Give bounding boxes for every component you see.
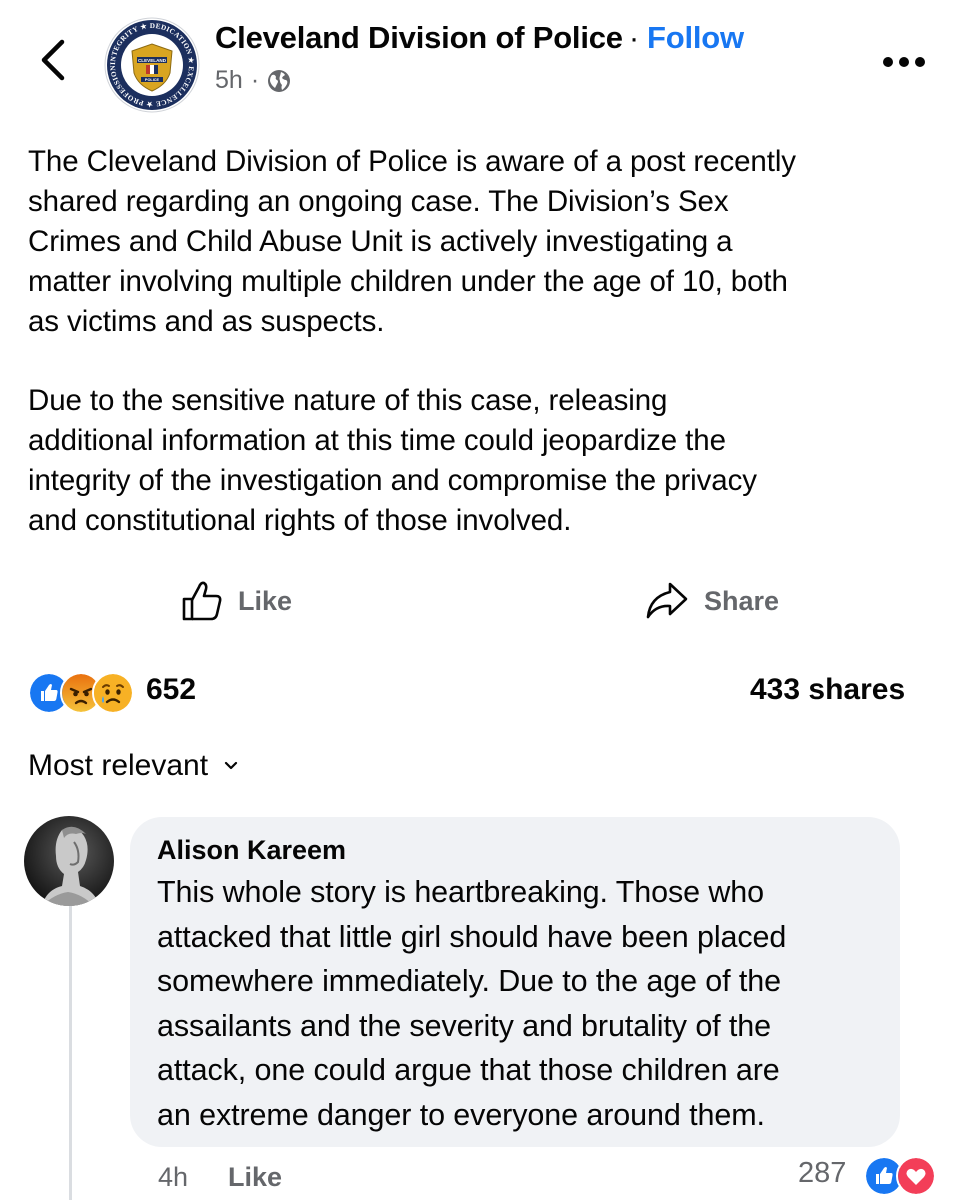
sort-label: Most relevant [28,749,209,782]
separator-dot: · [628,20,639,55]
comment-sort-dropdown[interactable]: Most relevant [28,749,238,783]
post-text-line: Due to the sensitive nature of this case… [28,384,668,417]
post-header-title: Cleveland Division of Police · Follow [215,20,744,56]
comment-text-line: attack, one could argue that those child… [157,1053,780,1087]
comment-text-line: attacked that little girl should have be… [157,919,787,954]
reaction-icons[interactable] [28,672,134,714]
comment-like-button[interactable]: Like [228,1162,282,1193]
sad-reaction-icon [92,672,134,714]
back-button[interactable] [34,38,74,82]
post-paragraph-2: Due to the sensitive nature of this case… [28,381,933,541]
comment-reaction-count[interactable]: 287 [798,1157,846,1190]
svg-text:CLEVELAND: CLEVELAND [138,58,167,63]
post-paragraph-1: The Cleveland Division of Police is awar… [28,142,933,342]
statue-portrait-image [24,816,114,906]
comment-author[interactable]: Alison Kareem [157,835,346,866]
post-meta: 5h · [215,66,291,95]
comment-text: This whole story is heartbreaking. Those… [157,870,897,1137]
comment-reaction-icons[interactable] [864,1156,936,1196]
chevron-down-icon [224,761,238,770]
thumbs-up-icon [182,581,222,621]
share-arrow-icon [646,582,688,619]
globe-icon [268,69,291,92]
reaction-count[interactable]: 652 [146,673,196,707]
post-text-line: The Cleveland Division of Police is awar… [28,145,796,178]
meta-separator: · [250,66,260,94]
comment-text-line: somewhere immediately. Due to the age of… [157,964,782,998]
post-text-line: additional information at this time coul… [28,424,726,457]
comment-time[interactable]: 4h [158,1162,188,1193]
chevron-left-icon [41,39,65,81]
post-text-line: Crimes and Child Abuse Unit is actively … [28,225,733,258]
post-text-line: shared regarding an ongoing case. The Di… [28,185,729,218]
page-name-link[interactable]: Cleveland Division of Police [215,20,623,55]
page-avatar[interactable]: INTEGRITY ★ DEDICATION ★ EXCELLENCE ★ PR… [100,11,200,113]
svg-text:POLICE: POLICE [145,78,160,82]
follow-button[interactable]: Follow [647,20,744,55]
love-reaction-icon [896,1156,936,1196]
like-label: Like [238,585,293,616]
post-time[interactable]: 5h [215,66,243,95]
share-label: Share [704,585,780,616]
comment-text-line: assailants and the severity and brutalit… [157,1008,772,1043]
comment-text-line: an extreme danger to everyone around the… [157,1097,765,1132]
shares-count[interactable]: 433 shares [750,673,905,707]
police-badge-logo: INTEGRITY ★ DEDICATION ★ EXCELLENCE ★ PR… [100,11,200,113]
commenter-avatar[interactable] [24,816,114,906]
post-text-line: integrity of the investigation and compr… [28,464,757,497]
post-text-line: as victims and as suspects. [28,305,385,338]
post-text-line: and constitutional rights of those invol… [28,504,572,537]
share-button[interactable]: Share [644,579,779,623]
more-horizontal-icon [883,57,925,67]
more-options-button[interactable] [876,54,936,70]
comment-text-line: This whole story is heartbreaking. Those… [157,875,765,909]
post-text-line: matter involving multiple children under… [28,265,788,298]
thread-line [69,906,72,1200]
like-button[interactable]: Like [180,579,292,623]
